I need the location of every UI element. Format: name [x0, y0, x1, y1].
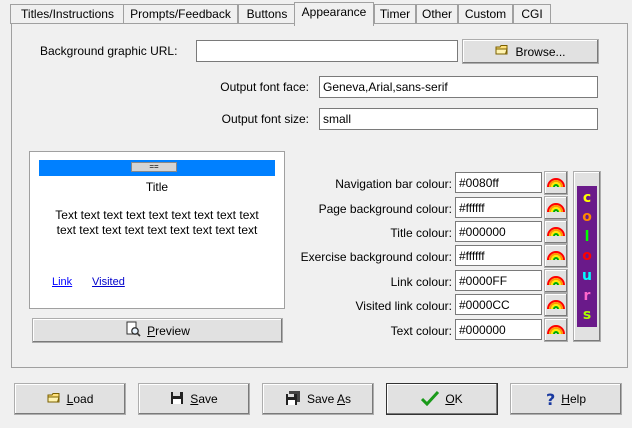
colour-label: Visited link colour:	[355, 299, 453, 313]
ok-button[interactable]: OK	[386, 383, 498, 415]
tab-label: Titles/Instructions	[21, 7, 114, 21]
tab-prompts-feedback[interactable]: Prompts/Feedback	[123, 4, 238, 24]
colours-letter: r	[583, 287, 591, 304]
colour-picker-button[interactable]	[544, 171, 568, 195]
colour-input[interactable]: #0000FF	[455, 270, 542, 291]
browse-label: Browse...	[515, 44, 566, 59]
tab-label: Prompts/Feedback	[130, 7, 231, 21]
tab-titles-instructions[interactable]: Titles/Instructions	[10, 4, 125, 24]
tab-buttons[interactable]: Buttons	[238, 4, 296, 24]
font-size-input[interactable]: small	[319, 108, 598, 130]
colour-input[interactable]: #0000CC	[455, 294, 542, 315]
background-url-label: Background graphic URL:	[40, 44, 178, 58]
rainbow-icon	[547, 176, 565, 191]
preview-title: Title	[145, 180, 169, 194]
colour-label: Exercise background colour:	[300, 250, 452, 264]
colours-logo: colours	[577, 186, 597, 327]
preview-visited-link: Visited	[92, 276, 125, 288]
colour-input[interactable]: #0080ff	[455, 172, 542, 193]
preview-button[interactable]: Preview	[32, 318, 283, 343]
rainbow-icon	[547, 323, 565, 338]
colour-input[interactable]: #000000	[455, 221, 542, 242]
magnifier-page-icon	[125, 321, 141, 340]
colour-picker-button[interactable]	[544, 244, 568, 268]
tab-timer[interactable]: Timer	[374, 4, 416, 24]
save-as-button[interactable]: Save As	[262, 383, 374, 415]
tab-label: Buttons	[246, 7, 288, 21]
colour-label: Page background colour:	[318, 202, 452, 216]
colour-input[interactable]: #ffffff	[455, 245, 542, 266]
rainbow-icon	[547, 249, 565, 264]
folder-icon	[47, 392, 61, 407]
tab-label: Custom	[464, 7, 507, 21]
browse-button[interactable]: Browse...	[462, 39, 599, 64]
preview-nav-button: ==	[131, 162, 177, 172]
colours-letter: s	[582, 307, 592, 324]
colour-label: Title colour:	[390, 226, 452, 240]
colour-label: Text colour:	[390, 324, 452, 338]
folder-icon	[495, 44, 509, 59]
colour-picker-button[interactable]	[544, 269, 568, 293]
colour-picker-button[interactable]	[544, 293, 568, 317]
colour-picker-button[interactable]	[544, 196, 568, 220]
colour-input[interactable]: #000000	[455, 319, 542, 340]
tab-label: CGI	[521, 7, 543, 21]
rainbow-icon	[547, 274, 565, 289]
tab-custom[interactable]: Custom	[458, 4, 513, 24]
colour-picker-button[interactable]	[544, 220, 568, 244]
rainbow-icon	[547, 201, 565, 216]
font-size-label: Output font size:	[221, 112, 309, 126]
tab-appearance[interactable]: Appearance	[294, 2, 374, 26]
floppy-icon	[170, 391, 184, 408]
question-icon: ?	[546, 389, 556, 409]
colours-letter: u	[582, 268, 592, 285]
colours-letter: l	[584, 228, 590, 245]
colour-label: Navigation bar colour:	[335, 177, 452, 191]
tab-label: Timer	[379, 7, 411, 21]
colours-button[interactable]: colours	[573, 171, 601, 342]
help-button[interactable]: ? Help	[510, 383, 622, 415]
rainbow-icon	[547, 225, 565, 240]
floppy-stack-icon	[285, 390, 301, 408]
save-button[interactable]: Save	[138, 383, 250, 415]
rainbow-icon	[547, 298, 565, 313]
preview-text: Text text text text text text text text …	[55, 208, 259, 237]
save-label: Save	[190, 392, 218, 406]
background-url-input[interactable]	[196, 40, 458, 62]
help-label: Help	[561, 392, 586, 406]
preview-link: Link	[52, 276, 73, 288]
font-face-label: Output font face:	[220, 80, 309, 94]
colours-letter: o	[582, 209, 592, 226]
checkmark-icon	[421, 390, 440, 409]
load-label: Load	[66, 392, 94, 406]
font-face-input[interactable]: Geneva,Arial,sans-serif	[319, 76, 598, 98]
ok-label: OK	[445, 392, 463, 406]
tab-label: Other	[421, 7, 452, 21]
colours-letter: c	[582, 189, 592, 206]
colour-input[interactable]: #ffffff	[455, 197, 542, 218]
colours-letter: o	[582, 248, 592, 265]
preview-button-label: Preview	[147, 323, 190, 338]
load-button[interactable]: Load	[14, 383, 126, 415]
preview-pane: == Title Text text text text text text t…	[29, 151, 285, 309]
tab-cgi[interactable]: CGI	[513, 4, 551, 24]
preview-nav-bar: ==	[39, 160, 275, 176]
colour-label: Link colour:	[390, 275, 452, 289]
save-as-label: Save As	[306, 392, 352, 406]
colour-picker-button[interactable]	[544, 318, 568, 342]
tab-label: Appearance	[301, 5, 367, 19]
tab-other[interactable]: Other	[416, 4, 458, 24]
